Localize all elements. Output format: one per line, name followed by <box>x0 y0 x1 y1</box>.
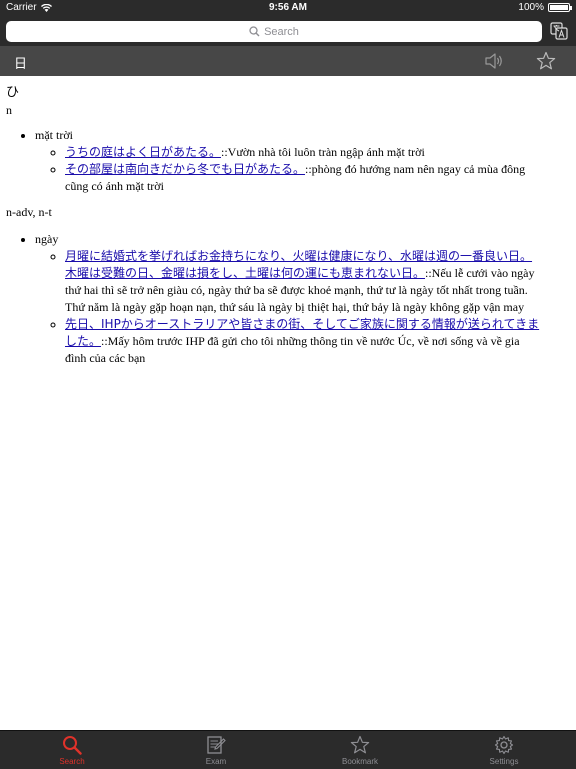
status-bar: Carrier 9:56 AM 100% <box>0 0 576 16</box>
tab-bookmark[interactable]: Bookmark <box>320 731 400 769</box>
example-japanese-link[interactable]: その部屋は南向きだから冬でも日があたる。 <box>65 162 305 176</box>
example-item: 先日、IHPからオーストラリアや皆さまの街、そしてご家族に関する情報が送られてき… <box>65 316 540 367</box>
example-item: うちの庭はよく日があたる。::Vườn nhà tôi luôn tràn ng… <box>65 144 540 161</box>
tab-label: Settings <box>489 757 519 766</box>
search-bar: Search <box>0 16 576 46</box>
search-placeholder: Search <box>264 25 299 38</box>
entry-content: ひ n mặt trời うちの庭はよく日があたる。::Vườn nhà tôi… <box>0 76 576 730</box>
bookmark-star-icon[interactable] <box>536 51 556 71</box>
example-list: うちの庭はよく日があたる。::Vườn nhà tôi luôn tràn ng… <box>35 144 540 195</box>
exam-icon <box>207 736 226 754</box>
tab-search[interactable]: Search <box>32 731 112 769</box>
example-translation: ::Vườn nhà tôi luôn tràn ngập ánh mặt tr… <box>221 145 425 159</box>
sense-item: ngày 月曜に結婚式を挙げればお金持ちになり、火曜は健康になり、水曜は週の一番… <box>35 231 540 367</box>
battery-percent: 100% <box>518 2 544 13</box>
example-item: その部屋は南向きだから冬でも日があたる。::phòng đó hướng nam… <box>65 161 540 195</box>
bookmark-star-icon <box>350 735 370 754</box>
search-icon <box>249 26 260 37</box>
sense-list: ngày 月曜に結婚式を挙げればお金持ちになり、火曜は健康になり、水曜は週の一番… <box>0 231 540 367</box>
tab-label: Search <box>59 757 85 766</box>
tab-label: Exam <box>205 757 227 766</box>
sense-list: mặt trời うちの庭はよく日があたる。::Vườn nhà tôi luô… <box>0 127 540 195</box>
speaker-icon[interactable] <box>484 52 504 70</box>
example-japanese-link[interactable]: うちの庭はよく日があたる。 <box>65 145 221 159</box>
tab-settings[interactable]: Settings <box>464 731 544 769</box>
part-of-speech: n-adv, n-t <box>6 205 52 219</box>
search-input[interactable]: Search <box>6 21 542 42</box>
header-word: 日 <box>14 57 28 72</box>
battery-fill <box>550 5 568 10</box>
entry-reading: ひ <box>6 85 20 100</box>
tab-label: Bookmark <box>341 757 378 766</box>
status-time: 9:56 AM <box>269 2 307 13</box>
sense-item: mặt trời うちの庭はよく日があたる。::Vườn nhà tôi luô… <box>35 127 540 195</box>
example-translation: ::Mấy hôm trước IHP đã gửi cho tôi những… <box>65 334 520 365</box>
example-item: 月曜に結婚式を挙げればお金持ちになり、火曜は健康になり、水曜は週の一番良い日。木… <box>65 248 540 316</box>
tab-exam[interactable]: Exam <box>176 731 256 769</box>
sense-meaning: mặt trời <box>35 128 74 142</box>
example-list: 月曜に結婚式を挙げればお金持ちになり、火曜は健康になり、水曜は週の一番良い日。木… <box>35 248 540 367</box>
translate-icon[interactable] <box>550 22 568 40</box>
search-icon <box>63 736 82 755</box>
sense-meaning: ngày <box>35 232 59 246</box>
part-of-speech: n <box>6 103 12 117</box>
battery-icon <box>548 3 572 12</box>
gear-icon <box>494 735 514 755</box>
tab-bar: Search Exam Bookmark Settings <box>0 730 576 769</box>
word-header: 日 <box>0 46 576 76</box>
